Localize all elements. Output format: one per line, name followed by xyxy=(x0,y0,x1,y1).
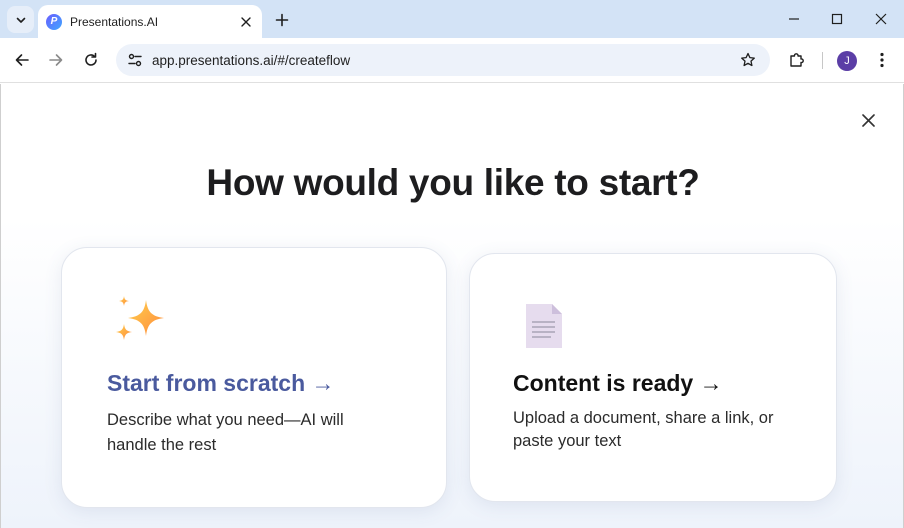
browser-menu-button[interactable] xyxy=(870,46,894,74)
page-content: How would you like to start? Start from … xyxy=(0,84,904,528)
tab-strip: P Presentations.AI xyxy=(0,0,904,38)
document-icon xyxy=(524,302,564,350)
site-info-button[interactable] xyxy=(124,49,146,71)
back-button[interactable] xyxy=(8,46,36,74)
card-heading-scratch[interactable]: Start from scratch → xyxy=(107,370,335,397)
close-icon xyxy=(861,113,875,127)
tune-icon xyxy=(128,53,142,67)
arrow-left-icon xyxy=(15,54,29,66)
presentations-favicon-icon: P xyxy=(46,13,62,30)
minimize-button[interactable] xyxy=(772,4,816,34)
close-icon xyxy=(241,16,251,27)
plus-icon xyxy=(275,13,289,27)
star-icon xyxy=(741,52,755,67)
reload-icon xyxy=(85,52,97,66)
card-heading-content[interactable]: Content is ready → xyxy=(513,370,723,397)
new-tab-button[interactable] xyxy=(270,8,294,32)
window-close-button[interactable] xyxy=(859,4,903,34)
browser-toolbar: app.presentations.ai/#/createflow J xyxy=(0,38,904,83)
card-description-scratch: Describe what you need—AI will handle th… xyxy=(107,411,344,454)
tab-close-button[interactable] xyxy=(238,14,254,30)
close-icon xyxy=(875,13,887,25)
reload-button[interactable] xyxy=(77,46,105,74)
profile-avatar[interactable]: J xyxy=(837,51,857,71)
bookmark-button[interactable] xyxy=(734,46,762,74)
extensions-button[interactable] xyxy=(783,46,811,74)
tab-search-button[interactable] xyxy=(7,6,34,33)
address-bar[interactable]: app.presentations.ai/#/createflow xyxy=(116,44,770,76)
arrow-right-icon xyxy=(49,54,63,66)
content-is-ready-card[interactable]: Content is ready → Upload a document, sh… xyxy=(469,253,837,502)
maximize-button[interactable] xyxy=(815,4,859,34)
forward-button[interactable] xyxy=(42,46,70,74)
browser-tab[interactable]: P Presentations.AI xyxy=(38,5,262,38)
tab-title: Presentations.AI xyxy=(70,14,159,29)
chevron-down-icon xyxy=(16,17,25,23)
maximize-icon xyxy=(831,13,843,25)
more-vertical-icon xyxy=(880,52,884,68)
close-dialog-button[interactable] xyxy=(856,108,880,132)
minimize-icon xyxy=(789,18,799,20)
card-description-content: Upload a document, share a link, or past… xyxy=(513,409,774,450)
puzzle-icon xyxy=(790,53,804,67)
toolbar-divider xyxy=(822,52,823,69)
sparkles-icon xyxy=(112,296,168,348)
start-from-scratch-card[interactable]: Start from scratch → Describe what you n… xyxy=(61,247,447,508)
page-title: How would you like to start? xyxy=(206,162,700,203)
url-text[interactable]: app.presentations.ai/#/createflow xyxy=(152,53,734,68)
